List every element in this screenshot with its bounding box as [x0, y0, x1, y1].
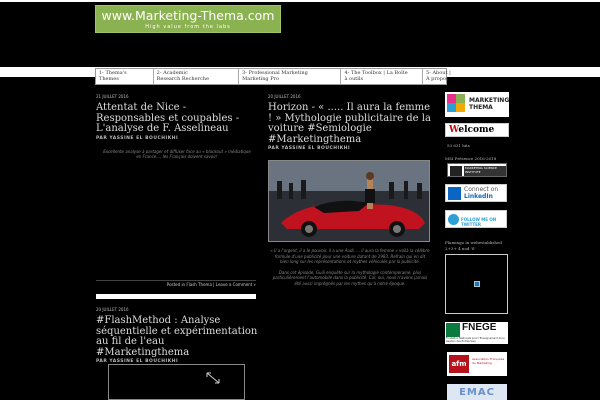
post-horizon-body: « Il a l'argent, il a le pouvoir, il a u… [270, 248, 430, 286]
map-caption: Flamingo in webestablished [445, 240, 502, 245]
post-footer-links[interactable]: Posted in Flash Thema | Leave a Comment … [96, 282, 256, 287]
map-marker-icon [474, 281, 480, 287]
msi-period: MSI Présence 2016-2018 [445, 156, 497, 161]
post-separator-bar [96, 294, 256, 299]
site-logo[interactable]: www.Marketing-Thema.com High value from … [95, 5, 281, 33]
emac-label: EMAC [459, 387, 495, 398]
nav-item-academic[interactable]: 2- Academic Research Recherche [154, 69, 240, 84]
post-author: PAR YASSINE EL BOUCHIKHI [268, 146, 351, 151]
welcome-widget: Welcome [445, 123, 509, 137]
fnege-label: FNEGE [462, 322, 497, 333]
red-sports-car-photo[interactable] [268, 160, 430, 242]
post-nice: 21 JUILLET 2016 Attentat de Nice - Respo… [96, 94, 258, 160]
video-embed[interactable] [108, 364, 245, 400]
nav-label: Research Recherche [156, 76, 209, 82]
welcome-initial: W [449, 125, 459, 135]
post-excerpt: Excellente analyse à partager et diffuse… [103, 148, 251, 160]
post-title[interactable]: Horizon - « ..... Il aura la femme ! » M… [268, 102, 432, 145]
afm-label: afm [449, 355, 469, 373]
post-excerpt: Dans cet épisode, Guili enquête sur la m… [272, 269, 428, 286]
post-title[interactable]: Attentat de Nice - Responsables et coupa… [96, 102, 258, 135]
msi-badge-label: MARKETING SCIENCE INSTITUTE [464, 166, 506, 176]
visitor-map-widget[interactable] [445, 254, 508, 314]
site-tagline: High value from the labs [145, 24, 231, 30]
cursor-arrow-icon [206, 372, 220, 384]
post-date: 20 JUILLET 2016 [268, 94, 301, 99]
nav-item-themes[interactable]: 1- Thema's Themes [96, 69, 154, 84]
post-excerpt: « Il a l'argent, il a le pouvoir, il a u… [270, 248, 430, 264]
top-border [0, 0, 600, 2]
afm-sub: Association Française du Marketing [472, 357, 505, 365]
welcome-text: elcome [458, 125, 495, 135]
post-divider [96, 280, 256, 281]
car-illustration [269, 161, 429, 241]
linkedin-label: LinkedIn [464, 192, 493, 200]
post-date: 21 JUILLET 2016 [96, 94, 129, 99]
post-horizon: 20 JUILLET 2016 Horizon - « ..... Il aur… [268, 94, 432, 151]
msi-badge[interactable]: MARKETING SCIENCE INSTITUTE [447, 163, 507, 177]
post-author: PAR YASSINE EL BOUCHIKHI [96, 135, 179, 141]
visit-counter: 53 631 hits [447, 143, 470, 148]
linkedin-icon [448, 187, 461, 200]
twitter-icon [448, 214, 459, 225]
fnege-sub: Fondation Nationale pour l'Enseignement … [446, 337, 505, 343]
twitter-follow-button[interactable]: FOLLOW ME ON TWITTER [445, 210, 507, 228]
emac-logo[interactable]: EMAC [447, 384, 507, 400]
nav-item-about[interactable]: 5- About | À propos [423, 69, 451, 84]
post-title[interactable]: #FlashMethod : Analyse séquentielle et e… [96, 315, 258, 358]
site-title: www.Marketing-Thema.com [101, 8, 275, 23]
nav-label: Themes [99, 76, 119, 82]
nav-item-professional[interactable]: 3- Professional Marketing Marketing Pro [239, 69, 342, 84]
twitter-label: FOLLOW ME ON TWITTER [461, 217, 497, 227]
fnege-logo[interactable]: FNEGE Fondation Nationale pour l'Enseign… [445, 322, 508, 344]
map-caption-2: 2+3+ 4 nod 'S' [445, 246, 476, 251]
afm-logo[interactable]: afm Association Française du Marketing [447, 352, 507, 376]
nav-label: à outils [344, 76, 364, 82]
main-nav: 1- Thema's Themes 2- Academic Research R… [95, 68, 451, 85]
post-flashmethod: 20 JUILLET 2016 #FlashMethod : Analyse s… [96, 307, 258, 364]
nav-item-toolbox[interactable]: 4- The Toolbox | La Boîte à outils [341, 69, 423, 84]
nav-label: Marketing Pro [242, 76, 279, 82]
nav-label: À propos [425, 76, 449, 82]
marketing-thema-logo[interactable]: MARKETING THEMA [445, 92, 509, 117]
post-date: 20 JUILLET 2016 [96, 307, 129, 312]
linkedin-button[interactable]: Connect on LinkedIn [445, 184, 507, 202]
logo-label: MARKETING THEMA [469, 97, 510, 111]
